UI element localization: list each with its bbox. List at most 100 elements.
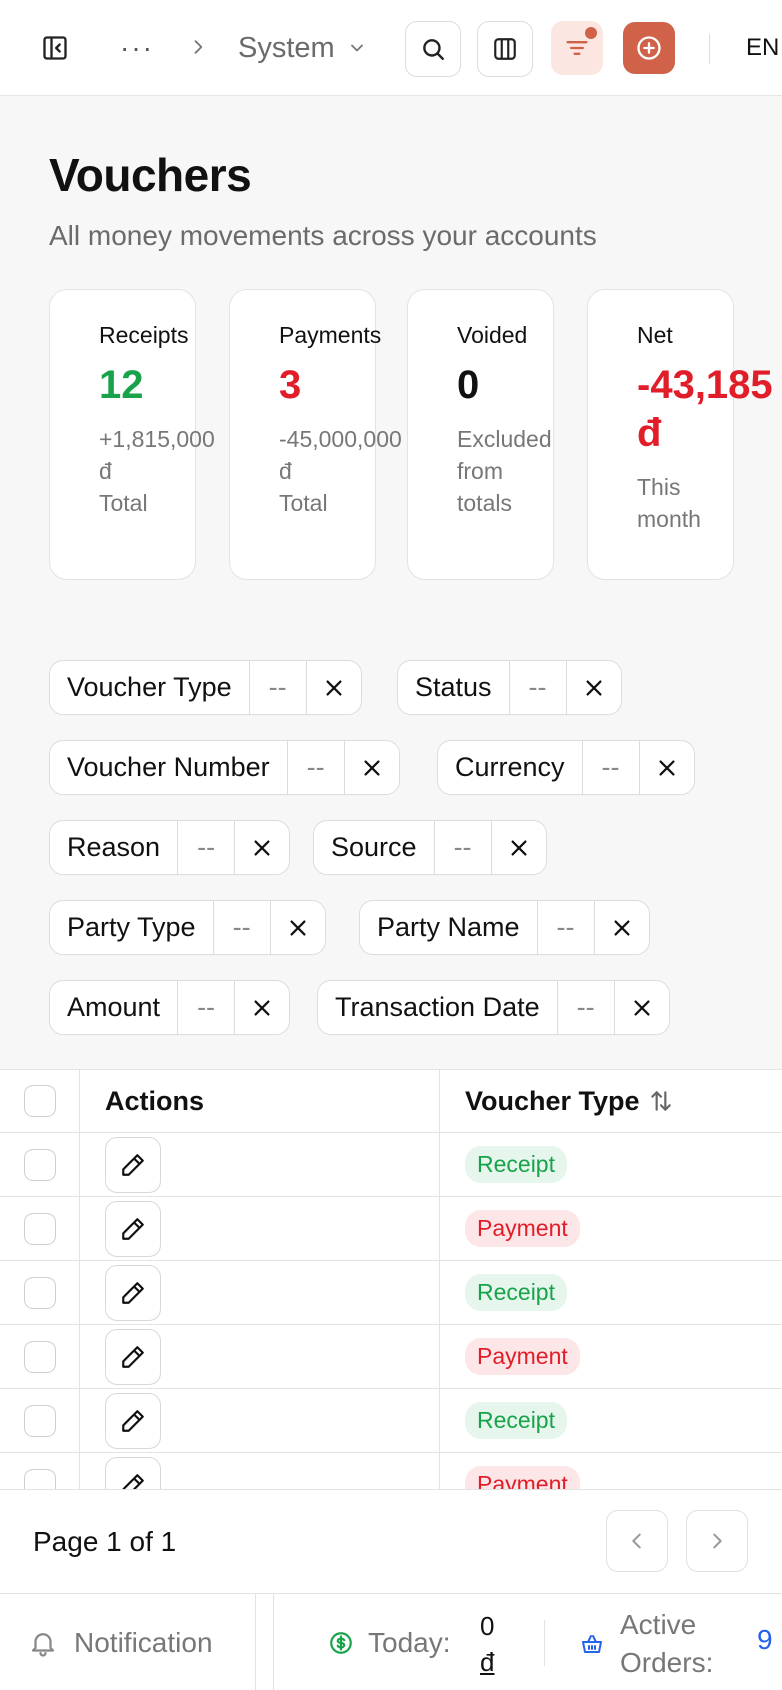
clear-filter-button[interactable] [271, 901, 325, 954]
clear-filter-button[interactable] [235, 821, 289, 874]
clear-filter-button[interactable] [615, 981, 669, 1034]
edit-button[interactable] [105, 1136, 161, 1193]
table-header-row: Actions Voucher Type [0, 1070, 782, 1133]
filter-chip-label[interactable]: Amount [50, 981, 179, 1034]
edit-button[interactable] [105, 1200, 161, 1257]
close-icon [290, 919, 306, 936]
sidebar-toggle-icon [43, 36, 67, 60]
close-icon [659, 759, 675, 776]
active-orders-label-line: Active [620, 1609, 697, 1640]
filter-button[interactable] [551, 21, 603, 75]
row-checkbox[interactable] [23, 1468, 56, 1489]
stat-sub: +1,815,000 đ Total [99, 423, 215, 519]
filter-chip-label[interactable]: Voucher Number [50, 741, 288, 794]
filter-chip-label[interactable]: Currency [438, 741, 583, 794]
sidebar-toggle-button[interactable] [33, 26, 77, 70]
stat-sub-line: month [637, 506, 701, 532]
stat-value-currency: đ [637, 411, 662, 455]
filter-chip-currency[interactable]: Currency -- [437, 740, 695, 795]
stat-label: Payments [279, 322, 382, 348]
active-orders[interactable]: Active Orders: [580, 1606, 713, 1682]
page-title: Vouchers [49, 149, 252, 201]
filter-chip-label[interactable]: Party Name [360, 901, 538, 954]
close-icon [254, 999, 270, 1016]
table-row: Receipt [0, 1261, 782, 1325]
notification-button[interactable]: Notification [0, 1594, 256, 1690]
filter-chip-value[interactable]: -- [178, 821, 236, 874]
row-select-cell [0, 1453, 80, 1489]
filter-chip-voucher-number[interactable]: Voucher Number -- [49, 740, 400, 795]
filter-chip-status[interactable]: Status -- [397, 660, 622, 715]
columns-button[interactable] [477, 21, 533, 77]
filter-chip-label[interactable]: Voucher Type [50, 661, 250, 714]
header-voucher-type[interactable]: Voucher Type [440, 1070, 782, 1132]
filter-chip-value[interactable]: -- [538, 901, 595, 954]
clear-filter-button[interactable] [492, 821, 546, 874]
voucher-type-badge: Receipt [465, 1274, 567, 1311]
clear-filter-button[interactable] [567, 661, 621, 714]
sort-icon[interactable] [648, 1088, 674, 1114]
edit-button[interactable] [105, 1456, 161, 1489]
clear-filter-button[interactable] [345, 741, 399, 794]
clear-filter-button[interactable] [640, 741, 694, 794]
filter-chip-value[interactable]: -- [250, 661, 307, 714]
breadcrumb-more[interactable]: ··· [120, 32, 154, 64]
filter-chip-party-type[interactable]: Party Type -- [49, 900, 326, 955]
row-actions [80, 1453, 440, 1489]
row-checkbox[interactable] [23, 1404, 56, 1437]
edit-button[interactable] [105, 1392, 161, 1449]
close-icon [254, 839, 270, 856]
pencil-icon [122, 1217, 144, 1240]
filter-chip-transaction-date[interactable]: Transaction Date -- [317, 980, 670, 1035]
today-currency: đ [480, 1647, 495, 1677]
filter-chip-label[interactable]: Transaction Date [318, 981, 558, 1034]
row-checkbox[interactable] [23, 1148, 56, 1181]
search-button[interactable] [405, 21, 461, 77]
search-icon [423, 39, 444, 60]
filter-chip-value[interactable]: -- [288, 741, 345, 794]
filter-chip-value[interactable]: -- [558, 981, 615, 1034]
edit-button[interactable] [105, 1328, 161, 1385]
row-select-cell [0, 1261, 80, 1324]
row-checkbox[interactable] [23, 1276, 56, 1309]
select-all-checkbox[interactable] [23, 1085, 56, 1117]
close-icon [364, 759, 380, 776]
toolbar-divider [709, 34, 710, 64]
filter-chip-value[interactable]: -- [510, 661, 567, 714]
filter-chip-amount[interactable]: Amount -- [49, 980, 291, 1035]
filter-chip-label[interactable]: Party Type [50, 901, 214, 954]
filter-chip-source[interactable]: Source -- [313, 820, 547, 875]
stat-value-amount: -43,185 [637, 363, 773, 407]
filter-chip-label[interactable]: Reason [50, 821, 179, 874]
plus-circle-icon [637, 36, 661, 60]
filter-chip-value[interactable]: -- [214, 901, 271, 954]
filter-chip-voucher-type[interactable]: Voucher Type -- [49, 660, 362, 715]
breadcrumb-current[interactable]: System [238, 32, 367, 65]
row-checkbox[interactable] [23, 1340, 56, 1373]
filter-chip-label[interactable]: Status [398, 661, 510, 714]
voucher-type-badge: Receipt [465, 1146, 567, 1183]
next-page-button[interactable] [686, 1510, 748, 1572]
filter-chip-value[interactable]: -- [435, 821, 492, 874]
stat-sub: This month [637, 471, 733, 535]
voucher-type-badge: Payment [465, 1466, 580, 1489]
filter-chip-value[interactable]: -- [178, 981, 236, 1034]
edit-button[interactable] [105, 1264, 161, 1321]
row-checkbox[interactable] [23, 1212, 56, 1245]
header-voucher-type-label: Voucher Type [465, 1085, 640, 1116]
clear-filter-button[interactable] [235, 981, 289, 1034]
clear-filter-button[interactable] [595, 901, 649, 954]
clear-filter-button[interactable] [307, 661, 361, 714]
filter-chip-value[interactable]: -- [583, 741, 640, 794]
close-icon [511, 839, 527, 856]
filter-chip-party-name[interactable]: Party Name -- [359, 900, 650, 955]
filter-chip-label[interactable]: Source [314, 821, 435, 874]
prev-page-button[interactable] [606, 1510, 668, 1572]
row-select-cell [0, 1133, 80, 1196]
row-actions [80, 1389, 440, 1452]
active-orders-count: 9 [757, 1624, 773, 1655]
add-voucher-button[interactable] [623, 22, 675, 74]
filter-chip-reason[interactable]: Reason -- [49, 820, 291, 875]
language-switcher[interactable]: EN [746, 34, 779, 62]
breadcrumb-current-label: System [237, 31, 335, 64]
